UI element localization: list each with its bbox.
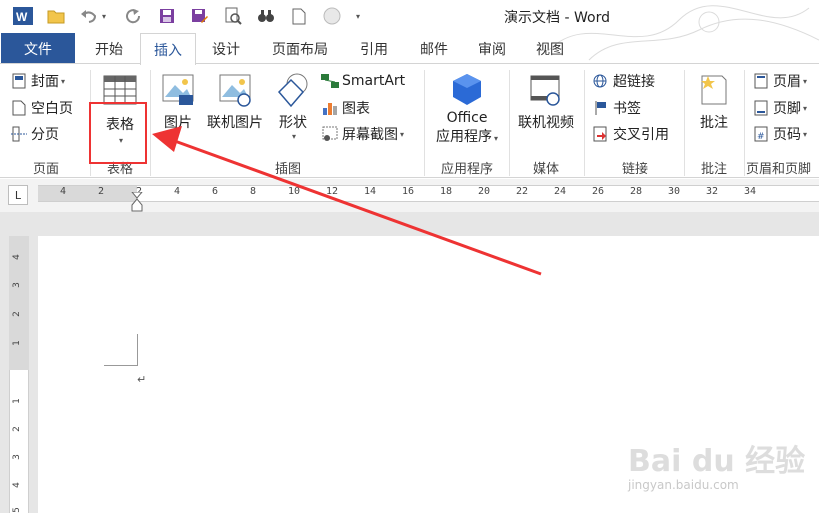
tab-insert[interactable]: 插入 (140, 33, 196, 65)
watermark-logo: Bai du 经验 (628, 444, 806, 479)
watermark-url: jingyan.baidu.com (628, 478, 739, 492)
